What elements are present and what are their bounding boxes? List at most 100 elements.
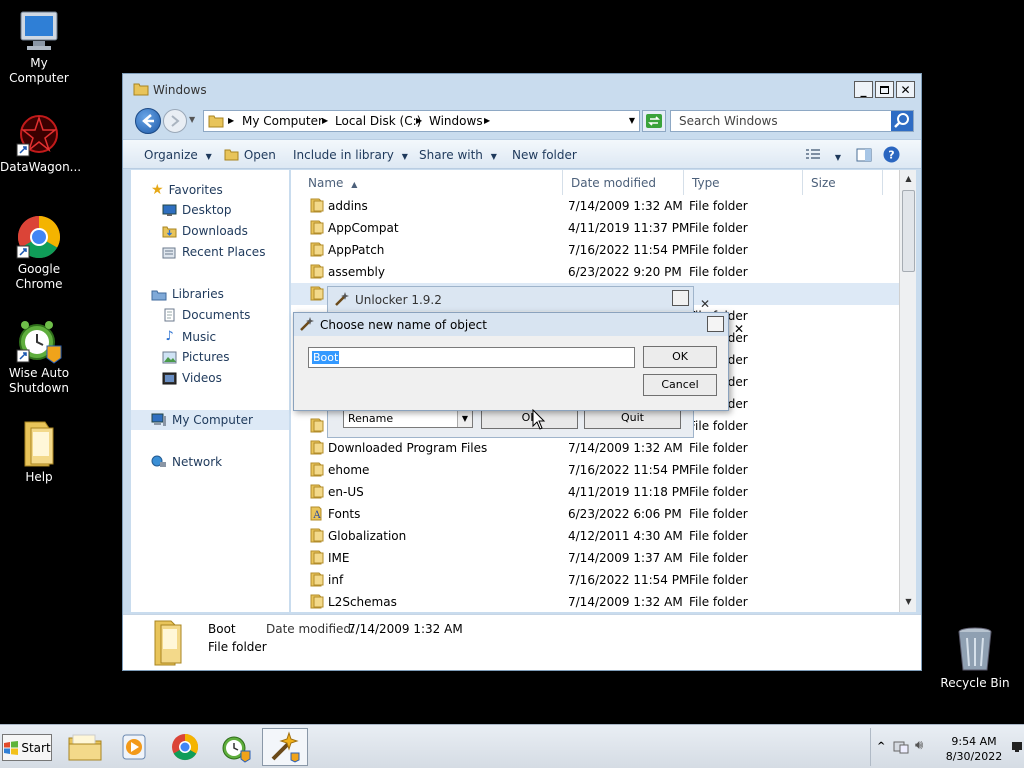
- desktop-icon-wise-auto-shutdown[interactable]: Wise Auto Shutdown: [0, 316, 78, 396]
- chevron-right-icon[interactable]: ▶: [228, 116, 234, 125]
- nav-item-music[interactable]: ♪ Music: [162, 329, 216, 344]
- chevron-right-icon[interactable]: ▶: [484, 116, 490, 125]
- taskbar-media-player-button[interactable]: [112, 728, 158, 766]
- search-button[interactable]: [891, 111, 913, 131]
- unlocker-title-bar[interactable]: Unlocker 1.9.2 ✕: [328, 287, 710, 311]
- table-row[interactable]: A Fonts 6/23/2022 6:06 PM File folder: [291, 503, 899, 525]
- rename-cancel-button[interactable]: Cancel: [643, 374, 717, 396]
- scroll-up-button[interactable]: ▲: [902, 172, 915, 186]
- new-folder-button[interactable]: New folder: [512, 148, 577, 162]
- windows-logo-icon: [4, 740, 19, 755]
- nav-item-documents[interactable]: Documents: [162, 308, 250, 322]
- nav-item-downloads[interactable]: Downloads: [162, 224, 248, 238]
- taskbar-explorer-button[interactable]: [62, 728, 108, 766]
- file-explorer-icon: [68, 734, 102, 761]
- nav-item-recent-places[interactable]: Recent Places: [162, 245, 265, 259]
- folder-icon: [310, 242, 324, 257]
- start-button[interactable]: Start: [2, 734, 52, 761]
- search-box[interactable]: Search Windows: [670, 110, 914, 132]
- table-row[interactable]: assembly 6/23/2022 9:20 PM File folder: [291, 261, 899, 283]
- breadcrumb-local-disk[interactable]: Local Disk (C:): [335, 114, 421, 128]
- new-name-input[interactable]: Boot: [308, 347, 635, 368]
- desktop-icon-label: My Computer: [9, 56, 69, 85]
- breadcrumb-windows[interactable]: Windows: [429, 114, 483, 128]
- table-row[interactable]: Downloaded Program Files 7/14/2009 1:32 …: [291, 437, 899, 459]
- share-with-button[interactable]: Share with ▼: [419, 148, 497, 162]
- table-row[interactable]: ehome 7/16/2022 11:54 PM File folder: [291, 459, 899, 481]
- table-row[interactable]: en-US 4/11/2019 11:18 PM File folder: [291, 481, 899, 503]
- nav-item-desktop[interactable]: Desktop: [162, 203, 232, 217]
- taskbar-wise-auto-shutdown-button[interactable]: [212, 728, 258, 766]
- change-view-button[interactable]: ▼: [805, 148, 841, 163]
- search-input[interactable]: Search Windows: [679, 114, 778, 128]
- folder-icon: [208, 115, 224, 128]
- nav-item-my-computer[interactable]: My Computer: [151, 413, 253, 427]
- libraries-icon: [151, 290, 167, 300]
- nav-item-libraries[interactable]: Libraries: [151, 287, 224, 301]
- recent-pages-dropdown-icon[interactable]: ▼: [189, 115, 195, 124]
- back-arrow-icon: [142, 114, 154, 128]
- table-row[interactable]: inf 7/16/2022 11:54 PM File folder: [291, 569, 899, 591]
- table-row[interactable]: AppCompat 4/11/2019 11:37 PM File folder: [291, 217, 899, 239]
- unlocker-close-button[interactable]: ✕: [672, 290, 710, 311]
- address-bar[interactable]: ▶ My Computer ▶ Local Disk (C:) ▶ Window…: [203, 110, 640, 132]
- file-name: addins: [328, 199, 368, 213]
- include-in-library-button[interactable]: Include in library ▼: [293, 148, 408, 162]
- help-button[interactable]: ?: [883, 146, 900, 166]
- file-date: 7/14/2009 1:32 AM: [568, 441, 683, 455]
- desktop-icon-recycle-bin[interactable]: Recycle Bin: [936, 624, 1014, 691]
- organize-button[interactable]: Organize ▼: [144, 148, 212, 162]
- maximize-button[interactable]: [875, 81, 894, 98]
- column-header-date-modified[interactable]: Date modified: [563, 170, 684, 195]
- file-type: File folder: [689, 573, 748, 587]
- scroll-down-button[interactable]: ▼: [902, 595, 915, 609]
- back-button[interactable]: [135, 108, 161, 134]
- vertical-scrollbar[interactable]: ▲ ▼: [899, 170, 916, 612]
- desktop-icon-my-computer[interactable]: My Computer: [0, 8, 78, 86]
- nav-item-pictures[interactable]: Pictures: [162, 350, 230, 364]
- minimize-button[interactable]: _: [854, 81, 873, 98]
- details-date-value: 7/14/2009 1:32 AM: [348, 622, 463, 636]
- table-row[interactable]: addins 7/14/2009 1:32 AM File folder: [291, 195, 899, 217]
- column-header-type[interactable]: Type: [684, 170, 803, 195]
- preview-pane-button[interactable]: [856, 148, 872, 165]
- table-row[interactable]: L2Schemas 7/14/2009 1:32 AM File folder: [291, 591, 899, 612]
- forward-button[interactable]: [163, 109, 187, 133]
- taskbar-chrome-button[interactable]: [162, 728, 208, 766]
- desktop-icon-datawagon[interactable]: DataWagon...: [0, 112, 81, 175]
- show-hidden-icons-button[interactable]: ^: [877, 741, 885, 752]
- desktop-icon-google-chrome[interactable]: Google Chrome: [0, 214, 78, 292]
- refresh-button[interactable]: [642, 110, 666, 132]
- file-type: File folder: [689, 529, 748, 543]
- close-button[interactable]: ✕: [896, 81, 915, 98]
- column-header-size[interactable]: Size: [803, 170, 883, 195]
- address-history-dropdown-icon[interactable]: ▼: [629, 116, 635, 125]
- action-center-icon[interactable]: [893, 740, 909, 754]
- videos-icon: [162, 372, 177, 384]
- nav-item-favorites[interactable]: ★ Favorites: [151, 182, 223, 198]
- table-row[interactable]: IME 7/14/2009 1:37 AM File folder: [291, 547, 899, 569]
- desktop-icon-help[interactable]: Help: [0, 418, 78, 485]
- chevron-right-icon[interactable]: ▶: [416, 116, 422, 125]
- show-desktop-button[interactable]: [1011, 734, 1023, 760]
- folder-open-icon: [224, 149, 239, 161]
- rename-ok-button[interactable]: OK: [643, 346, 717, 368]
- table-row[interactable]: Globalization 4/12/2011 4:30 AM File fol…: [291, 525, 899, 547]
- clock[interactable]: 9:54 AM 8/30/2022: [939, 734, 1009, 764]
- scroll-thumb[interactable]: [902, 190, 915, 272]
- rename-dialog-title-bar[interactable]: Choose new name of object ✕: [294, 313, 744, 336]
- open-button[interactable]: Open: [224, 148, 276, 162]
- taskbar-unlocker-button[interactable]: [262, 728, 308, 766]
- rename-dialog-close-button[interactable]: ✕: [707, 316, 744, 336]
- breadcrumb-my-computer[interactable]: My Computer: [242, 114, 323, 128]
- details-pane: Boot Date modified: 7/14/2009 1:32 AM Fi…: [123, 614, 921, 670]
- table-row[interactable]: AppPatch 7/16/2022 11:54 PM File folder: [291, 239, 899, 261]
- chevron-right-icon[interactable]: ▶: [322, 116, 328, 125]
- title-bar[interactable]: Windows _ ✕: [123, 74, 921, 104]
- nav-item-videos[interactable]: Videos: [162, 371, 222, 385]
- search-icon: [891, 111, 913, 131]
- nav-item-network[interactable]: Network: [151, 455, 222, 469]
- unlocker-action-select[interactable]: Rename ▼: [343, 409, 473, 428]
- volume-icon[interactable]: 🔊︎: [915, 738, 923, 753]
- column-header-name[interactable]: Name ▲: [291, 170, 563, 195]
